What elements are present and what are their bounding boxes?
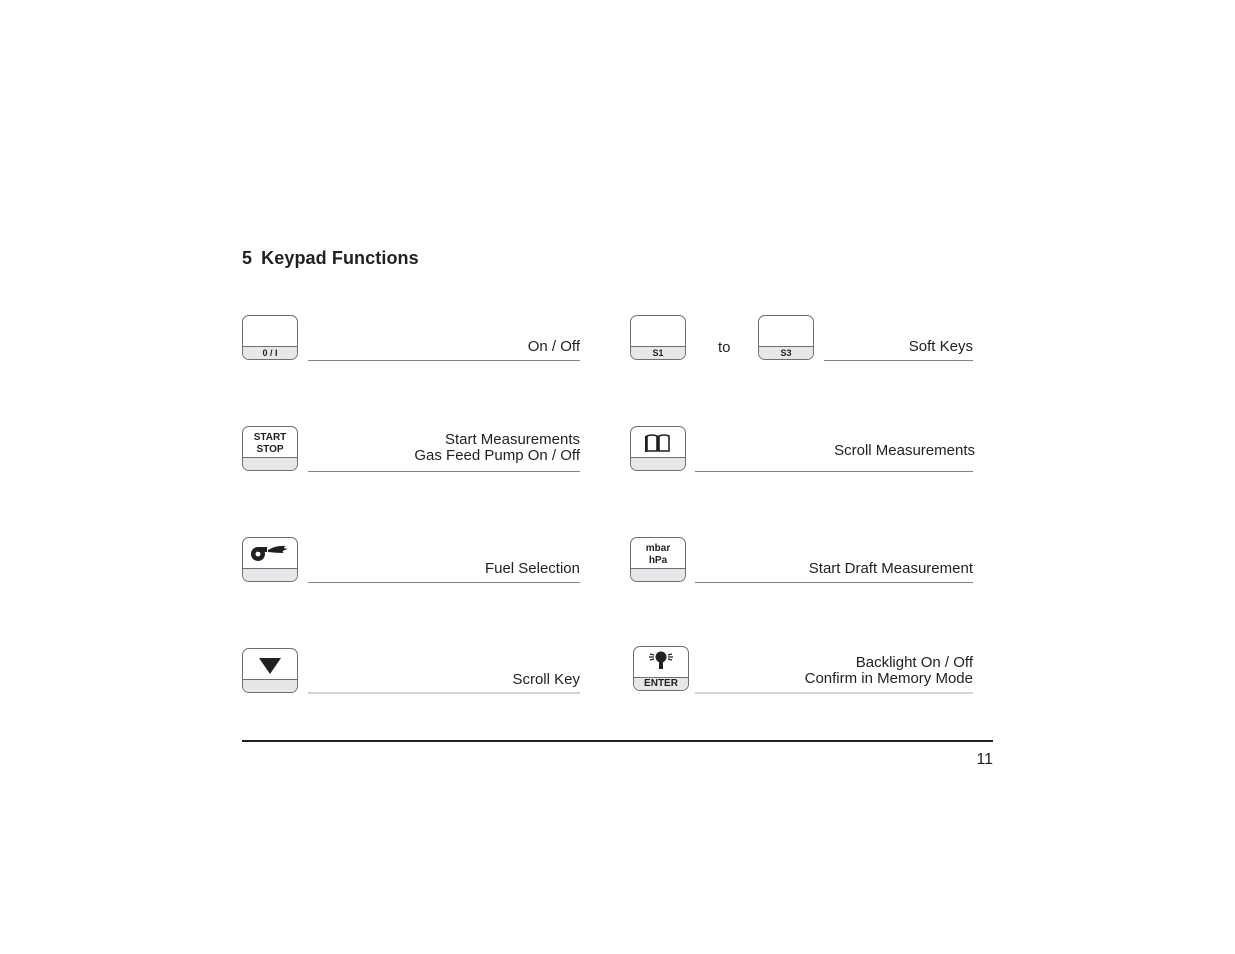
section-title: Keypad Functions xyxy=(261,248,419,268)
start-stop-description-line1: Start Measurements xyxy=(444,431,580,448)
start-stop-divider xyxy=(308,471,580,472)
scroll-measurements-description: Scroll Measurements xyxy=(834,442,975,459)
scroll-key-description: Scroll Key xyxy=(512,671,580,688)
start-stop-description-line2: Gas Feed Pump On / Off xyxy=(414,447,580,464)
enter-description: Backlight On / Off Confirm in Memory Mod… xyxy=(805,655,973,687)
triangle-down-icon xyxy=(243,657,297,675)
scroll-key-divider xyxy=(308,692,580,694)
fuel-selection-key xyxy=(242,537,298,582)
on-off-description: On / Off xyxy=(527,338,580,355)
draft-key: mbar hPa xyxy=(630,537,686,582)
start-stop-key-label: START STOP xyxy=(243,432,297,456)
book-icon xyxy=(631,433,685,453)
on-off-divider xyxy=(308,360,580,361)
start-stop-key-line2: STOP xyxy=(256,444,284,455)
light-bulb-icon xyxy=(634,650,688,672)
soft-keys-divider xyxy=(824,360,973,361)
on-off-key: 0 / I xyxy=(242,315,298,360)
start-stop-key-line1: START xyxy=(253,432,287,443)
scroll-key-band xyxy=(243,679,297,692)
soft-keys-description: Soft Keys xyxy=(908,338,973,355)
enter-key-label: ENTER xyxy=(634,677,688,690)
enter-description-line1: Backlight On / Off xyxy=(855,654,973,671)
start-stop-key-band xyxy=(243,457,297,470)
draft-divider xyxy=(695,582,973,583)
soft-key-s1: S1 xyxy=(630,315,686,360)
footer-rule xyxy=(242,740,993,742)
fuel-selection-divider xyxy=(308,582,580,583)
draft-key-line1: mbar xyxy=(645,543,671,554)
draft-key-line2: hPa xyxy=(648,555,668,566)
draft-description: Start Draft Measurement xyxy=(808,560,973,577)
fuel-selection-description: Fuel Selection xyxy=(484,560,580,577)
fuel-selection-key-band xyxy=(243,568,297,581)
section-number: 5 xyxy=(242,248,253,268)
enter-description-line2: Confirm in Memory Mode xyxy=(804,670,973,687)
enter-key: ENTER xyxy=(633,646,689,691)
draft-key-band xyxy=(631,568,685,581)
section-heading: 5 Keypad Functions xyxy=(242,248,419,269)
start-stop-key: START STOP xyxy=(242,426,298,471)
soft-key-s3-label: S3 xyxy=(759,346,813,359)
page-number: 11 xyxy=(976,751,993,768)
draft-key-label: mbar hPa xyxy=(631,543,685,567)
soft-key-s3: S3 xyxy=(758,315,814,360)
start-stop-description: Start Measurements Gas Feed Pump On / Of… xyxy=(414,432,580,464)
scroll-key xyxy=(242,648,298,693)
on-off-key-label: 0 / I xyxy=(243,346,297,359)
soft-keys-range-connector: to xyxy=(718,339,731,356)
soft-key-s1-label: S1 xyxy=(631,346,685,359)
scroll-measurements-key-band xyxy=(631,457,685,470)
enter-divider xyxy=(695,692,973,694)
scroll-measurements-divider xyxy=(695,471,973,472)
burner-flame-icon xyxy=(243,543,297,563)
scroll-measurements-key xyxy=(630,426,686,471)
